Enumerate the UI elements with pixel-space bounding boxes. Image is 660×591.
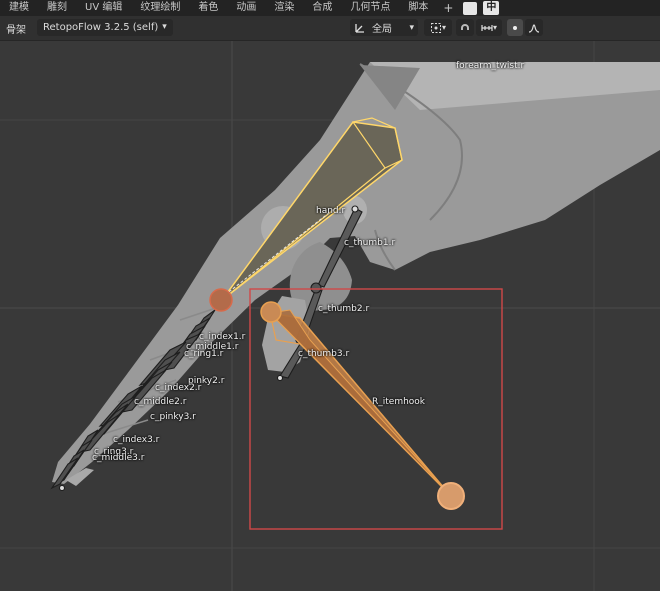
snap-toggle[interactable] [456,19,474,36]
bone-label-itemhook: R_itemhook [372,397,426,407]
falloff-curve-icon [528,23,540,33]
viewport-header: 骨架 RetopoFlow 3.2.5 (self) ▾ 全局 ▾ ▾ ▾ [0,16,660,41]
bone-label-forearm: forearm_twist.r [456,61,525,71]
chevron-down-icon: ▾ [441,23,446,32]
bone-label-thumb1: c_thumb1.r [344,238,396,248]
bone-label-pinky3: c_pinky3.r [150,412,196,422]
retopoflow-dropdown-label: RetopoFlow 3.2.5 (self) [43,22,159,33]
bone-label-middle2: c_middle2.r [134,397,187,407]
bone-label-index1: c_index1.r [199,332,246,342]
bone-label-ring1: c_ring1.r [184,349,224,359]
falloff-dropdown[interactable] [525,19,543,36]
snap-increment-icon [481,24,493,31]
tab-rendering[interactable]: 渲染 [265,0,303,16]
tab-uv-editing[interactable]: UV 编辑 [76,0,131,16]
bone-label-thumb2: c_thumb2.r [318,304,370,314]
pivot-point-dropdown[interactable]: ▾ [424,19,452,36]
bone-label-index2: c_index2.r [155,383,202,393]
pivot-icon [430,22,441,33]
chevron-down-icon: ▾ [409,22,414,33]
add-workspace-button[interactable]: + [437,1,459,15]
chevron-down-icon: ▾ [492,23,497,32]
bone-label-index3: c_index3.r [113,435,160,445]
snap-target-dropdown[interactable]: ▾ [476,19,502,36]
itemhook-bone [260,301,465,510]
bone-label-middle3: c_middle3.r [92,453,145,463]
proportional-edit-icon [513,25,517,30]
tab-sculpting[interactable]: 雕刻 [38,0,76,16]
tab-texture-paint[interactable]: 纹理绘制 [131,0,189,16]
hand-joint [209,288,233,312]
tab-geometry-nodes[interactable]: 几何节点 [341,0,399,16]
tab-compositing[interactable]: 合成 [303,0,341,16]
magnet-icon [461,23,469,30]
tab-animation[interactable]: 动画 [227,0,265,16]
mode-label: 骨架 [6,25,26,36]
retopoflow-dropdown[interactable]: RetopoFlow 3.2.5 (self) ▾ [37,19,173,36]
proportional-edit-toggle[interactable] [507,19,523,36]
workspace-icon[interactable] [463,1,478,15]
tab-scripting[interactable]: 脚本 [399,0,437,16]
language-toggle-button[interactable]: 中 [483,1,500,15]
orientation-axes-icon [355,23,364,33]
chevron-down-icon: ▾ [162,22,167,32]
bone-label-hand: hand.r [316,206,346,216]
tab-modeling[interactable]: 建模 [0,0,38,16]
transform-orientation-label: 全局 [372,24,392,35]
3d-viewport[interactable]: forearm_twist.r hand.r c_thumb1.r c_thum… [0,41,660,591]
workspace-tabs-bar: 建模 雕刻 UV 编辑 纹理绘制 着色 动画 渲染 合成 几何节点 脚本 + 中 [0,0,660,16]
transform-orientation-dropdown[interactable]: 全局 ▾ [350,19,418,36]
bone-label-thumb3: c_thumb3.r [298,349,350,359]
tab-shading[interactable]: 着色 [189,0,227,16]
